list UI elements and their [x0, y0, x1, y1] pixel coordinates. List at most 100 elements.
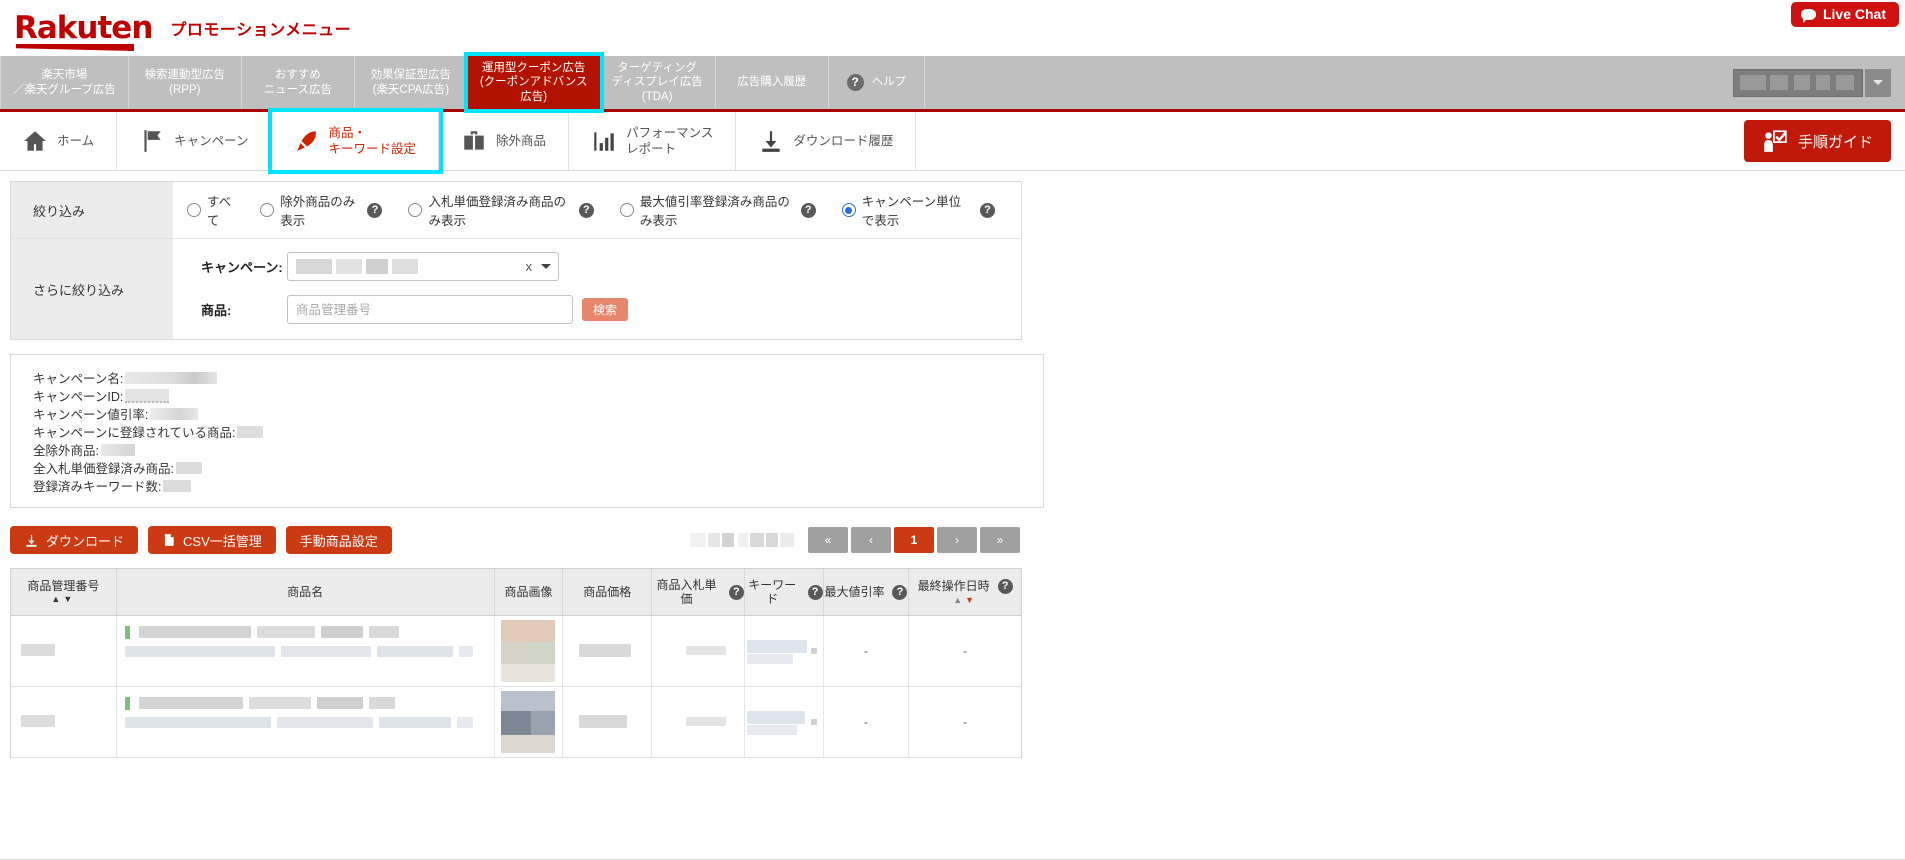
radio-option-excluded-only[interactable]: 除外商品のみ表示 ?: [260, 191, 382, 229]
home-icon: [22, 128, 48, 154]
pagination: « ‹ 1 › »: [690, 527, 1020, 553]
redacted-value: [163, 480, 191, 492]
radio-circle: [620, 203, 634, 217]
file-icon: [162, 532, 176, 548]
column-label: 商品画像: [504, 585, 552, 599]
redacted-value: [176, 462, 202, 474]
subnav-label: キャンペーン: [174, 133, 248, 149]
nav-item-rpp[interactable]: 検索連動型広告 (RPP): [129, 56, 242, 109]
logo-underline-decoration: [16, 44, 134, 51]
chevron-down-icon[interactable]: [541, 264, 551, 274]
table-row[interactable]: - -: [11, 616, 1021, 687]
nav-item-tda[interactable]: ターゲティング ディスプレイ広告 (TDA): [600, 56, 716, 109]
filter-row-further: さらに絞り込み キャンペーン: x 商品: 検索: [11, 239, 1021, 339]
radio-label: 最大値引率登録済み商品のみ表示: [640, 191, 791, 229]
column-label: 商品管理番号: [27, 579, 99, 593]
subnav-item-home[interactable]: ホーム: [0, 112, 117, 170]
presentation-person-icon: [1762, 128, 1788, 154]
table-row[interactable]: - -: [11, 687, 1021, 758]
column-header-product-code[interactable]: 商品管理番号 ▲▼: [11, 569, 117, 615]
pagination-page-1[interactable]: 1: [894, 527, 934, 553]
download-icon: [24, 533, 39, 548]
nav-item-purchase-history[interactable]: 広告購入履歴: [716, 56, 829, 109]
cell-max-discount: -: [824, 687, 910, 757]
radio-option-by-campaign[interactable]: キャンペーン単位で表示 ?: [842, 191, 995, 229]
live-chat-button[interactable]: Live Chat: [1791, 2, 1899, 27]
campaign-select[interactable]: x: [287, 252, 559, 281]
pagination-first[interactable]: «: [808, 527, 848, 553]
redacted-value: [101, 444, 135, 456]
info-label: 全除外商品:: [33, 440, 99, 459]
campaign-info-box: キャンペーン名: キャンペーンID: キャンペーン値引率: キャンペーンに登録さ…: [10, 354, 1044, 508]
radio-option-bid-registered-only[interactable]: 入札単価登録済み商品のみ表示 ?: [408, 191, 593, 229]
cell-product-name: [117, 687, 495, 757]
radio-circle: [260, 203, 274, 217]
primary-nav: 楽天市場 ／楽天グループ広告 検索連動型広告 (RPP) おすすめ ニュース広告…: [0, 56, 1905, 112]
page-title: プロモーションメニュー: [170, 16, 351, 40]
info-line-registered-keyword-count: 登録済みキーワード数:: [33, 477, 1043, 494]
nav-label: ターゲティング ディスプレイ広告 (TDA): [612, 61, 703, 104]
sort-arrows-icon[interactable]: ▲▼: [51, 594, 75, 605]
pagination-last[interactable]: »: [980, 527, 1020, 553]
help-hint-icon[interactable]: ?: [729, 585, 744, 600]
help-hint-icon[interactable]: ?: [579, 203, 594, 218]
subnav-item-download-history[interactable]: ダウンロード履歴: [736, 112, 916, 170]
column-label: 最大値引率: [824, 585, 884, 599]
nav-item-rakuten-ichiba[interactable]: 楽天市場 ／楽天グループ広告: [0, 56, 129, 109]
pagination-next[interactable]: ›: [937, 527, 977, 553]
info-label: キャンペーン名:: [33, 368, 123, 387]
cell-last-operated: -: [909, 616, 1021, 686]
manual-product-settings-button[interactable]: 手動商品設定: [286, 526, 392, 554]
help-hint-icon[interactable]: ?: [998, 579, 1013, 594]
download-icon: [758, 128, 784, 154]
nav-item-help[interactable]: ? ヘルプ: [829, 56, 926, 109]
column-label: 最終操作日時: [918, 579, 990, 593]
radio-option-max-discount-registered-only[interactable]: 最大値引率登録済み商品のみ表示 ?: [620, 191, 816, 229]
info-label: 全入札単価登録済み商品:: [33, 458, 174, 477]
cell-product-image: [495, 687, 564, 757]
nav-label: ヘルプ: [872, 75, 907, 89]
nav-item-coupon-advance-ads[interactable]: 運用型クーポン広告 (クーポンアドバンス 広告): [468, 56, 600, 109]
clear-campaign-icon[interactable]: x: [526, 259, 533, 274]
help-hint-icon[interactable]: ?: [980, 203, 995, 218]
product-code-input[interactable]: [287, 295, 573, 324]
radio-label: キャンペーン単位で表示: [862, 191, 970, 229]
radio-option-all[interactable]: すべて: [187, 191, 234, 229]
column-header-product-name: 商品名: [117, 569, 495, 615]
products-table: 商品管理番号 ▲▼ 商品名 商品画像 商品価格 商品入札単価? キーワード? 最…: [10, 568, 1022, 758]
subnav-item-performance-report[interactable]: パフォーマンス レポート: [569, 112, 736, 170]
further-filter-label: さらに絞り込み: [11, 239, 173, 339]
help-hint-icon[interactable]: ?: [801, 203, 816, 218]
subnav-item-excluded-products[interactable]: 除外商品: [439, 112, 569, 170]
pagination-prev[interactable]: ‹: [851, 527, 891, 553]
nav-label: 楽天市場 ／楽天グループ広告: [13, 68, 116, 97]
download-button[interactable]: ダウンロード: [10, 526, 138, 554]
column-header-last-operated[interactable]: 最終操作日時? ▲▼: [909, 569, 1021, 615]
account-selector[interactable]: [1733, 69, 1891, 97]
help-hint-icon[interactable]: ?: [367, 203, 382, 218]
nav-item-news-ads[interactable]: おすすめ ニュース広告: [242, 56, 355, 109]
info-label: キャンペーンに登録されている商品:: [33, 422, 235, 441]
status-bar-indicator: [125, 697, 130, 710]
radio-label: 入札単価登録済み商品のみ表示: [428, 191, 568, 229]
guide-button[interactable]: 手順ガイド: [1744, 120, 1891, 162]
nav-item-cpa-ads[interactable]: 効果保証型広告 (楽天CPA広告): [355, 56, 468, 109]
account-dropdown-toggle[interactable]: [1865, 69, 1891, 97]
info-label: キャンペーンID:: [33, 386, 123, 405]
column-header-max-discount: 最大値引率?: [824, 569, 910, 615]
account-name-redacted[interactable]: [1733, 69, 1863, 97]
cell-product-image: [495, 616, 564, 686]
csv-bulk-button[interactable]: CSV一括管理: [148, 526, 276, 554]
promotion-menu-page: Rakuten プロモーションメニュー Live Chat 楽天市場 ／楽天グル…: [0, 0, 1905, 860]
subnav-label: ホーム: [57, 133, 94, 149]
help-hint-icon[interactable]: ?: [808, 585, 823, 600]
search-button[interactable]: 検索: [582, 298, 628, 321]
sort-arrows-icon[interactable]: ▲▼: [953, 595, 977, 606]
help-hint-icon[interactable]: ?: [892, 585, 907, 600]
subnav-item-campaign[interactable]: キャンペーン: [117, 112, 271, 170]
rakuten-logo[interactable]: Rakuten: [14, 13, 152, 44]
product-thumbnail: [501, 620, 555, 682]
subnav-label: パフォーマンス レポート: [626, 125, 713, 158]
cell-bid-price: [652, 687, 745, 757]
subnav-item-product-keyword-settings[interactable]: 商品・ キーワード設定: [272, 112, 440, 170]
